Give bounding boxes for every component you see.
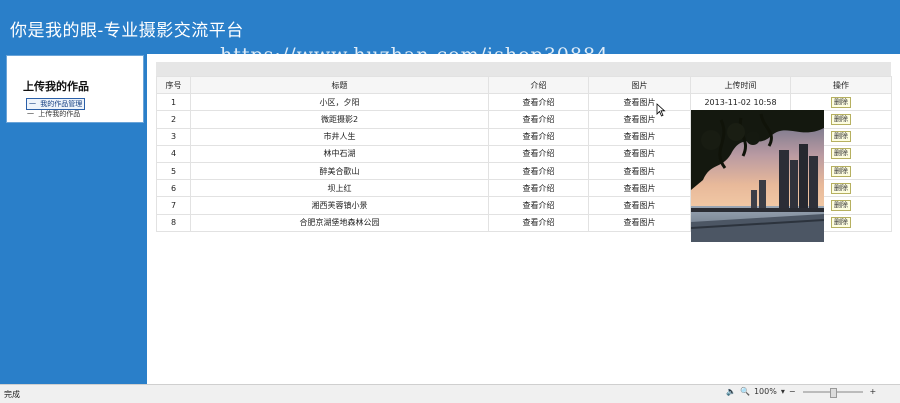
delete-button[interactable]: 删除 bbox=[831, 96, 851, 108]
view-image-link[interactable]: 查看图片 bbox=[588, 161, 691, 181]
content-topbar bbox=[156, 62, 891, 76]
row-number: 4 bbox=[156, 144, 191, 163]
zoom-slider[interactable] bbox=[802, 387, 863, 398]
row-title: 合肥京湖堡地森林公园 bbox=[190, 213, 489, 232]
status-text: 完成 bbox=[4, 390, 20, 399]
zoom-level[interactable]: 100% bbox=[754, 387, 777, 396]
sidebar-title: 上传我的作品 bbox=[23, 80, 89, 93]
row-number: 7 bbox=[156, 196, 191, 215]
delete-button[interactable]: 删除 bbox=[831, 131, 851, 143]
col-header-no: 序号 bbox=[156, 75, 191, 95]
view-intro-link[interactable]: 查看介绍 bbox=[488, 110, 589, 129]
speaker-icon[interactable]: 🔈 bbox=[726, 387, 736, 396]
sidebar: 上传我的作品 一 我的作品管理 一 上传我的作品 bbox=[0, 54, 147, 384]
row-title: 坝上红 bbox=[190, 179, 489, 198]
delete-button[interactable]: 删除 bbox=[831, 217, 851, 229]
row-number: 5 bbox=[156, 161, 191, 181]
view-image-link[interactable]: 查看图片 bbox=[588, 110, 691, 129]
sunset-city-photo bbox=[691, 110, 824, 242]
zoom-controls: 🔈 🔍 100% ▾ − + bbox=[726, 387, 877, 398]
col-header-image: 图片 bbox=[588, 75, 691, 95]
table-header-row: 序号 标题 介绍 图片 上传时间 操作 bbox=[156, 75, 892, 95]
delete-button[interactable]: 删除 bbox=[831, 199, 851, 211]
col-header-intro: 介绍 bbox=[488, 75, 589, 95]
sidebar-panel: 上传我的作品 一 我的作品管理 一 上传我的作品 bbox=[6, 55, 144, 123]
status-bar: 完成 🔈 🔍 100% ▾ − + bbox=[0, 384, 900, 403]
view-image-link[interactable]: 查看图片 bbox=[588, 127, 691, 146]
row-title: 小区，夕阳 bbox=[190, 93, 489, 112]
view-intro-link[interactable]: 查看介绍 bbox=[488, 196, 589, 215]
view-image-link[interactable]: 查看图片 bbox=[588, 213, 691, 232]
delete-button[interactable]: 删除 bbox=[831, 165, 851, 177]
view-intro-link[interactable]: 查看介绍 bbox=[488, 144, 589, 163]
col-header-time: 上传时间 bbox=[690, 75, 791, 95]
zoom-dropdown-icon[interactable]: ▾ bbox=[781, 387, 785, 396]
row-title: 湘西芙蓉镇小景 bbox=[190, 196, 489, 215]
row-title: 林中石湖 bbox=[190, 144, 489, 163]
view-intro-link[interactable]: 查看介绍 bbox=[488, 213, 589, 232]
action-cell: 删除 bbox=[790, 93, 892, 112]
row-title: 市井人生 bbox=[190, 127, 489, 146]
table-row: 1 小区，夕阳 查看介绍 查看图片 2013-11-02 10:58 删除 bbox=[156, 93, 892, 112]
view-intro-link[interactable]: 查看介绍 bbox=[488, 161, 589, 181]
photo-preview bbox=[691, 110, 824, 242]
view-intro-link[interactable]: 查看介绍 bbox=[488, 127, 589, 146]
delete-button[interactable]: 删除 bbox=[831, 113, 851, 125]
sidebar-link-upload-works[interactable]: 一 上传我的作品 bbox=[27, 109, 80, 119]
zoom-out-icon[interactable]: − bbox=[789, 387, 796, 396]
row-number: 1 bbox=[156, 93, 191, 112]
view-image-link[interactable]: 查看图片 bbox=[588, 144, 691, 163]
zoom-magnifier-icon[interactable]: 🔍 bbox=[740, 387, 750, 396]
view-image-link[interactable]: 查看图片 bbox=[588, 93, 691, 112]
col-header-action: 操作 bbox=[790, 75, 892, 95]
delete-button[interactable]: 删除 bbox=[831, 182, 851, 194]
mouse-cursor-icon bbox=[656, 103, 666, 117]
row-number: 8 bbox=[156, 213, 191, 232]
row-number: 3 bbox=[156, 127, 191, 146]
site-title: 你是我的眼-专业摄影交流平台 bbox=[10, 21, 244, 41]
main-content: 序号 标题 介绍 图片 上传时间 操作 1 小区，夕阳 查看介绍 查看图片 2013-1… bbox=[147, 54, 900, 384]
upload-time: 2013-11-02 10:58 bbox=[690, 93, 791, 112]
col-header-title: 标题 bbox=[190, 75, 489, 95]
view-intro-link[interactable]: 查看介绍 bbox=[488, 179, 589, 198]
row-number: 2 bbox=[156, 110, 191, 129]
row-number: 6 bbox=[156, 179, 191, 198]
row-title: 醉美合歡山 bbox=[190, 161, 489, 181]
view-image-link[interactable]: 查看图片 bbox=[588, 196, 691, 215]
view-image-link[interactable]: 查看图片 bbox=[588, 179, 691, 198]
view-intro-link[interactable]: 查看介绍 bbox=[488, 93, 589, 112]
zoom-in-icon[interactable]: + bbox=[870, 387, 877, 396]
row-title: 微距摄影2 bbox=[190, 110, 489, 129]
header: 你是我的眼-专业摄影交流平台 https://www.huzhan.com/is… bbox=[0, 0, 900, 66]
delete-button[interactable]: 删除 bbox=[831, 148, 851, 160]
zoom-slider-thumb[interactable] bbox=[829, 387, 837, 398]
